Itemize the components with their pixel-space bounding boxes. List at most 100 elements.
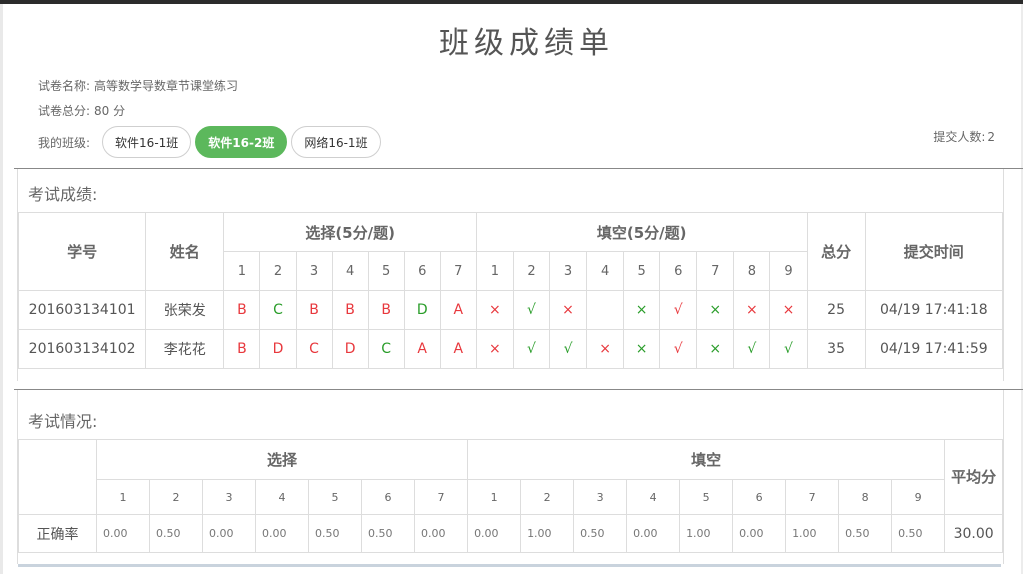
blank-answer: √: [549, 329, 588, 369]
accuracy-label: 正确率: [18, 514, 97, 553]
stats-choice-number-3: 3: [202, 479, 256, 515]
blank-number-3: 3: [549, 251, 588, 291]
stats-choice-number-7: 7: [413, 479, 469, 515]
blank-accuracy: 0.00: [732, 514, 787, 553]
scores-panel: 考试成绩: 学号 姓名 选择(5分/题) 填空(5分/题) 总分 提交时间 12…: [17, 169, 1004, 381]
blank-accuracy: 0.50: [891, 514, 946, 553]
blank-answer: ×: [475, 290, 514, 330]
stats-blank-number-8: 8: [838, 479, 893, 515]
blank-answer: √: [733, 329, 771, 369]
choice-number-1: 1: [223, 251, 261, 291]
class-button-3[interactable]: 网络16-1班: [291, 126, 381, 158]
blank-answer: ×: [696, 329, 735, 369]
stats-blank-number-2: 2: [520, 479, 575, 515]
stats-header-choice: 选择: [95, 439, 469, 480]
blank-accuracy: 1.00: [785, 514, 840, 553]
choice-number-2: 2: [259, 251, 297, 291]
header-choice: 选择(5分/题): [223, 212, 477, 252]
choice-answer: A: [439, 290, 477, 330]
choice-accuracy: 0.00: [96, 514, 150, 553]
choice-number-5: 5: [367, 251, 405, 291]
blank-answer: ×: [623, 290, 661, 330]
stats-choice-number-6: 6: [361, 479, 415, 515]
blank-accuracy: 0.00: [467, 514, 522, 553]
choice-answer: D: [259, 329, 297, 369]
header-name: 姓名: [145, 212, 225, 291]
stats-choice-number-1: 1: [96, 479, 150, 515]
stats-header-blank: 填空: [467, 439, 946, 480]
student-name: 张荣发: [145, 290, 225, 330]
stats-section-title: 考试情况:: [28, 412, 98, 431]
blank-accuracy: 0.00: [626, 514, 681, 553]
choice-accuracy: 0.00: [255, 514, 309, 553]
exam-name: 高等数学导数章节课堂练习: [94, 79, 239, 93]
scores-section-title: 考试成绩:: [28, 185, 98, 204]
choice-number-6: 6: [403, 251, 441, 291]
blank-number-9: 9: [769, 251, 808, 291]
blank-answer: √: [512, 329, 551, 369]
exam-name-label: 试卷名称:: [38, 79, 91, 93]
choice-answer: B: [223, 329, 261, 369]
choice-answer: B: [367, 290, 405, 330]
left-edge: [0, 4, 3, 574]
total-score: 25: [806, 290, 866, 330]
submit-time: 04/19 17:41:18: [864, 290, 1004, 330]
submit-count: 提交人数: 2: [933, 128, 995, 145]
total-score: 80 分: [94, 104, 126, 118]
exam-name-row: 试卷名称: 高等数学导数章节课堂练习: [38, 77, 238, 94]
blank-answer: ×: [623, 329, 661, 369]
stats-blank-number-6: 6: [732, 479, 787, 515]
choice-number-7: 7: [439, 251, 477, 291]
choice-answer: B: [223, 290, 261, 330]
stats-blank-number-1: 1: [467, 479, 522, 515]
blank-answer: √: [512, 290, 551, 330]
header-student-id: 学号: [17, 212, 147, 291]
blank-number-4: 4: [586, 251, 625, 291]
average-score: 30.00: [944, 514, 1004, 553]
stats-blank-number-3: 3: [573, 479, 628, 515]
blank-answer: [586, 290, 625, 330]
stats-choice-number-5: 5: [308, 479, 362, 515]
choice-number-4: 4: [331, 251, 369, 291]
stats-blank-number-7: 7: [785, 479, 840, 515]
blank-accuracy: 0.50: [838, 514, 893, 553]
blank-answer: ×: [586, 329, 625, 369]
choice-answer: C: [295, 329, 333, 369]
total-score: 35: [806, 329, 866, 369]
class-label: 我的班级:: [38, 135, 91, 150]
class-button-2[interactable]: 软件16-2班: [195, 126, 288, 158]
stats-blank-number-5: 5: [679, 479, 734, 515]
choice-answer: A: [439, 329, 477, 369]
header-blank: 填空(5分/题): [475, 212, 808, 252]
blank-number-1: 1: [475, 251, 514, 291]
top-bar: [0, 0, 1023, 4]
class-selector: 我的班级: 软件16-1班 软件16-2班 网络16-1班: [38, 125, 381, 159]
blank-number-7: 7: [696, 251, 735, 291]
blank-number-6: 6: [659, 251, 698, 291]
table-row: 201603134101 张荣发 B C B B B D A × √ × × √ × × × 25 04/19 17…: [17, 290, 1004, 330]
total-score-row: 试卷总分: 80 分: [38, 102, 125, 119]
stats-corner-cell: [18, 439, 97, 515]
stats-header-average: 平均分: [944, 439, 1004, 515]
blank-answer: ×: [769, 290, 808, 330]
scores-table: 学号 姓名 选择(5分/题) 填空(5分/题) 总分 提交时间 12345671…: [17, 212, 1004, 369]
panel-bottom-shadow: [18, 564, 1001, 567]
header-submit-time: 提交时间: [864, 212, 1004, 291]
choice-number-3: 3: [295, 251, 333, 291]
class-button-1[interactable]: 软件16-1班: [102, 126, 192, 158]
blank-answer: √: [659, 290, 698, 330]
choice-answer: D: [403, 290, 441, 330]
blank-number-5: 5: [623, 251, 661, 291]
submit-time: 04/19 17:41:59: [864, 329, 1004, 369]
stats-blank-number-4: 4: [626, 479, 681, 515]
choice-answer: C: [367, 329, 405, 369]
student-id: 201603134102: [17, 329, 147, 369]
choice-accuracy: 0.50: [149, 514, 203, 553]
blank-number-2: 2: [512, 251, 551, 291]
student-id: 201603134101: [17, 290, 147, 330]
header-total: 总分: [806, 212, 866, 291]
stats-table: 选择 填空 平均分 1234567123456789 正确率 0.00 0.50 0…: [18, 439, 1004, 553]
blank-answer: √: [659, 329, 698, 369]
choice-accuracy: 0.50: [361, 514, 415, 553]
stats-choice-number-2: 2: [149, 479, 203, 515]
